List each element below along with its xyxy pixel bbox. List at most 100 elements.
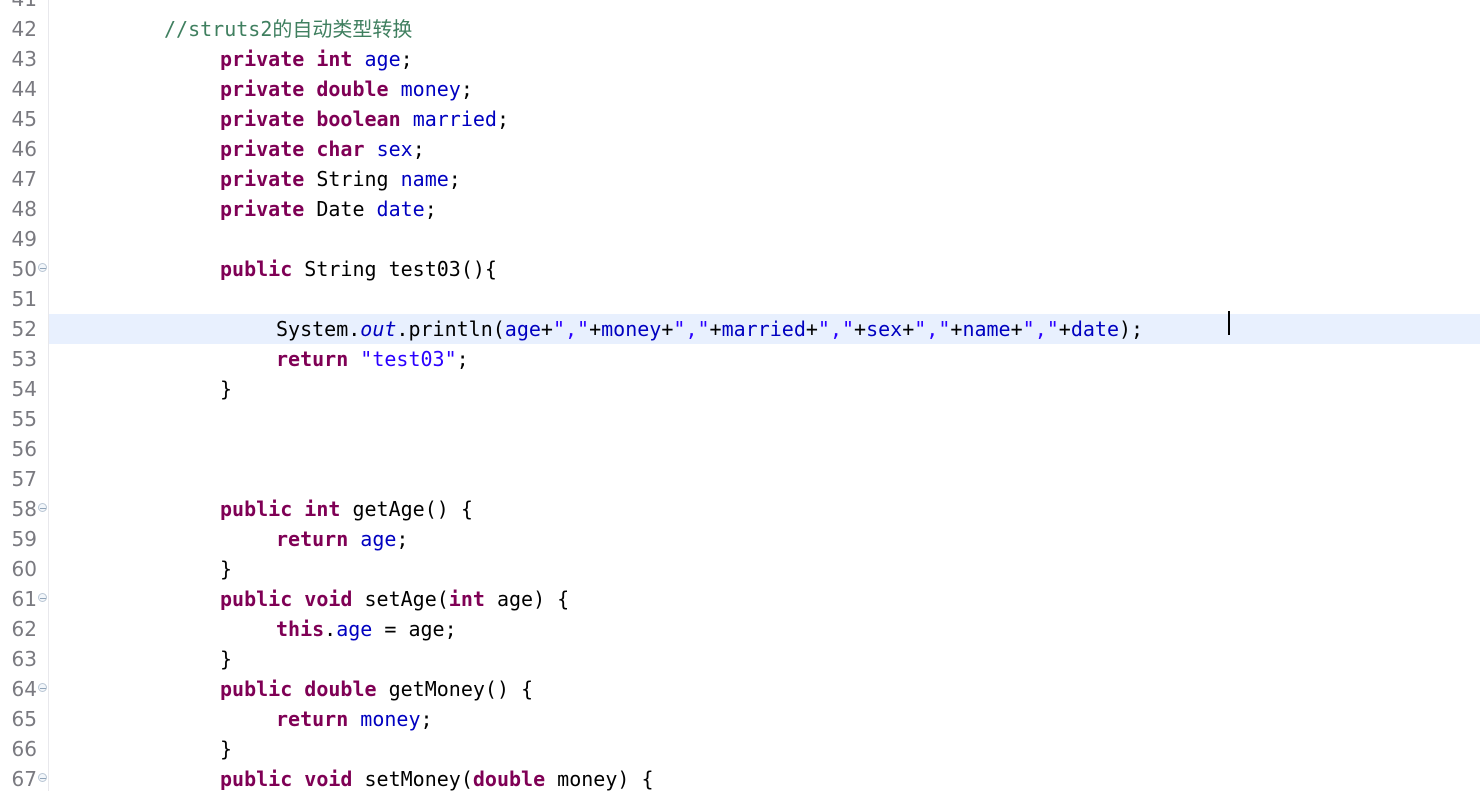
code-content-area[interactable]: //struts2的自动类型转换 private int age; private … [49, 0, 1480, 791]
token-kw: private [220, 167, 305, 191]
gutter-line-50[interactable]: 50 [0, 254, 48, 284]
line-number: 55 [11, 407, 37, 431]
code-line[interactable]: public int getAge() { [49, 494, 1480, 524]
code-line[interactable] [49, 434, 1480, 464]
code-line[interactable]: private int age; [49, 44, 1480, 74]
gutter-line-54[interactable]: 54 [0, 374, 48, 404]
fold-collapse-icon[interactable] [38, 773, 49, 784]
gutter-line-42[interactable]: 42 [0, 14, 48, 44]
gutter-line-67[interactable]: 67 [0, 764, 48, 791]
line-number: 53 [11, 347, 37, 371]
token-kw: private [220, 47, 305, 71]
code-line[interactable]: } [49, 554, 1480, 584]
fold-collapse-icon[interactable] [38, 683, 49, 694]
gutter-line-61[interactable]: 61 [0, 584, 48, 614]
code-line[interactable] [49, 284, 1480, 314]
code-line[interactable]: private boolean married; [49, 104, 1480, 134]
gutter-line-58[interactable]: 58 [0, 494, 48, 524]
token-plain: money) { [545, 767, 654, 791]
token-field: name [400, 167, 449, 191]
token-field: sex [866, 317, 903, 341]
gutter-line-45[interactable]: 45 [0, 104, 48, 134]
code-line-text: return age; [49, 524, 408, 554]
code-line[interactable]: return age; [49, 524, 1480, 554]
fold-collapse-icon[interactable] [38, 593, 49, 604]
code-line[interactable] [49, 0, 1480, 14]
line-number: 50 [11, 257, 37, 281]
code-line[interactable]: public void setAge(int age) { [49, 584, 1480, 614]
token-kw: private [220, 107, 305, 131]
gutter-line-41[interactable]: 41 [0, 0, 48, 14]
code-line[interactable]: return money; [49, 704, 1480, 734]
token-plain: } [220, 647, 233, 671]
code-line[interactable] [49, 464, 1480, 494]
token-plain: getMoney() { [376, 677, 534, 701]
code-line[interactable]: } [49, 644, 1480, 674]
code-line[interactable]: private double money; [49, 74, 1480, 104]
token-kw: public [220, 767, 293, 791]
line-number: 57 [11, 467, 37, 491]
token-field: name [962, 317, 1011, 341]
token-kw: return [276, 347, 349, 371]
gutter-line-56[interactable]: 56 [0, 434, 48, 464]
token-string: "," [552, 317, 590, 341]
gutter-line-47[interactable]: 47 [0, 164, 48, 194]
gutter-line-43[interactable]: 43 [0, 44, 48, 74]
code-line[interactable]: } [49, 374, 1480, 404]
gutter-line-49[interactable]: 49 [0, 224, 48, 254]
code-line-text: private int age; [49, 44, 413, 74]
token-plain: String [304, 167, 401, 191]
code-line[interactable]: this.age = age; [49, 614, 1480, 644]
gutter-line-55[interactable]: 55 [0, 404, 48, 434]
code-line-text: public int getAge() { [49, 494, 473, 524]
gutter-line-59[interactable]: 59 [0, 524, 48, 554]
code-line[interactable]: private String name; [49, 164, 1480, 194]
fold-collapse-icon[interactable] [38, 263, 49, 274]
code-line[interactable]: public double getMoney() { [49, 674, 1480, 704]
gutter-line-65[interactable]: 65 [0, 704, 48, 734]
gutter-line-48[interactable]: 48 [0, 194, 48, 224]
code-line[interactable]: private char sex; [49, 134, 1480, 164]
line-number: 60 [11, 557, 37, 581]
gutter-line-60[interactable]: 60 [0, 554, 48, 584]
code-line-text: //struts2的自动类型转换 [49, 14, 412, 44]
token-kw: double [472, 767, 546, 791]
token-plain: = age; [372, 617, 457, 641]
gutter-line-44[interactable]: 44 [0, 74, 48, 104]
token-plain: . [324, 617, 337, 641]
code-editor[interactable]: 41 42 43 44 45 46 47 48 49 50 51 52 53 54 55 56 57 58 59 60… [0, 0, 1480, 791]
token-kw: public [220, 677, 293, 701]
fold-collapse-icon[interactable] [38, 503, 49, 514]
token-kw: private [220, 197, 305, 221]
gutter-line-46[interactable]: 46 [0, 134, 48, 164]
code-line[interactable]: public void setMoney(double money) { [49, 764, 1480, 791]
token-field: age [504, 317, 541, 341]
line-number-gutter[interactable]: 41 42 43 44 45 46 47 48 49 50 51 52 53 54 55 56 57 58 59 60… [0, 0, 49, 791]
gutter-line-52[interactable]: 52 [0, 314, 48, 344]
gutter-line-64[interactable]: 64 [0, 674, 48, 704]
code-line[interactable] [49, 224, 1480, 254]
code-line[interactable]: //struts2的自动类型转换 [49, 14, 1480, 44]
gutter-line-53[interactable]: 53 [0, 344, 48, 374]
code-line[interactable] [49, 404, 1480, 434]
code-line-current[interactable]: System.out.println(age+","+money+","+mar… [49, 314, 1480, 344]
gutter-line-51[interactable]: 51 [0, 284, 48, 314]
code-line[interactable]: public String test03(){ [49, 254, 1480, 284]
line-number: 44 [11, 77, 37, 101]
token-kw: void [304, 587, 353, 611]
code-line-text: } [49, 554, 232, 584]
line-number: 52 [11, 317, 37, 341]
gutter-line-57[interactable]: 57 [0, 464, 48, 494]
code-line[interactable]: private Date date; [49, 194, 1480, 224]
text-caret [1228, 311, 1230, 335]
line-number: 63 [11, 647, 37, 671]
line-number: 51 [11, 287, 37, 311]
code-line[interactable]: } [49, 734, 1480, 764]
gutter-line-62[interactable]: 62 [0, 614, 48, 644]
gutter-line-66[interactable]: 66 [0, 734, 48, 764]
token-kw: public [220, 587, 293, 611]
token-plain: + [1010, 317, 1023, 341]
gutter-line-63[interactable]: 63 [0, 644, 48, 674]
code-line[interactable]: return "test03"; [49, 344, 1480, 374]
